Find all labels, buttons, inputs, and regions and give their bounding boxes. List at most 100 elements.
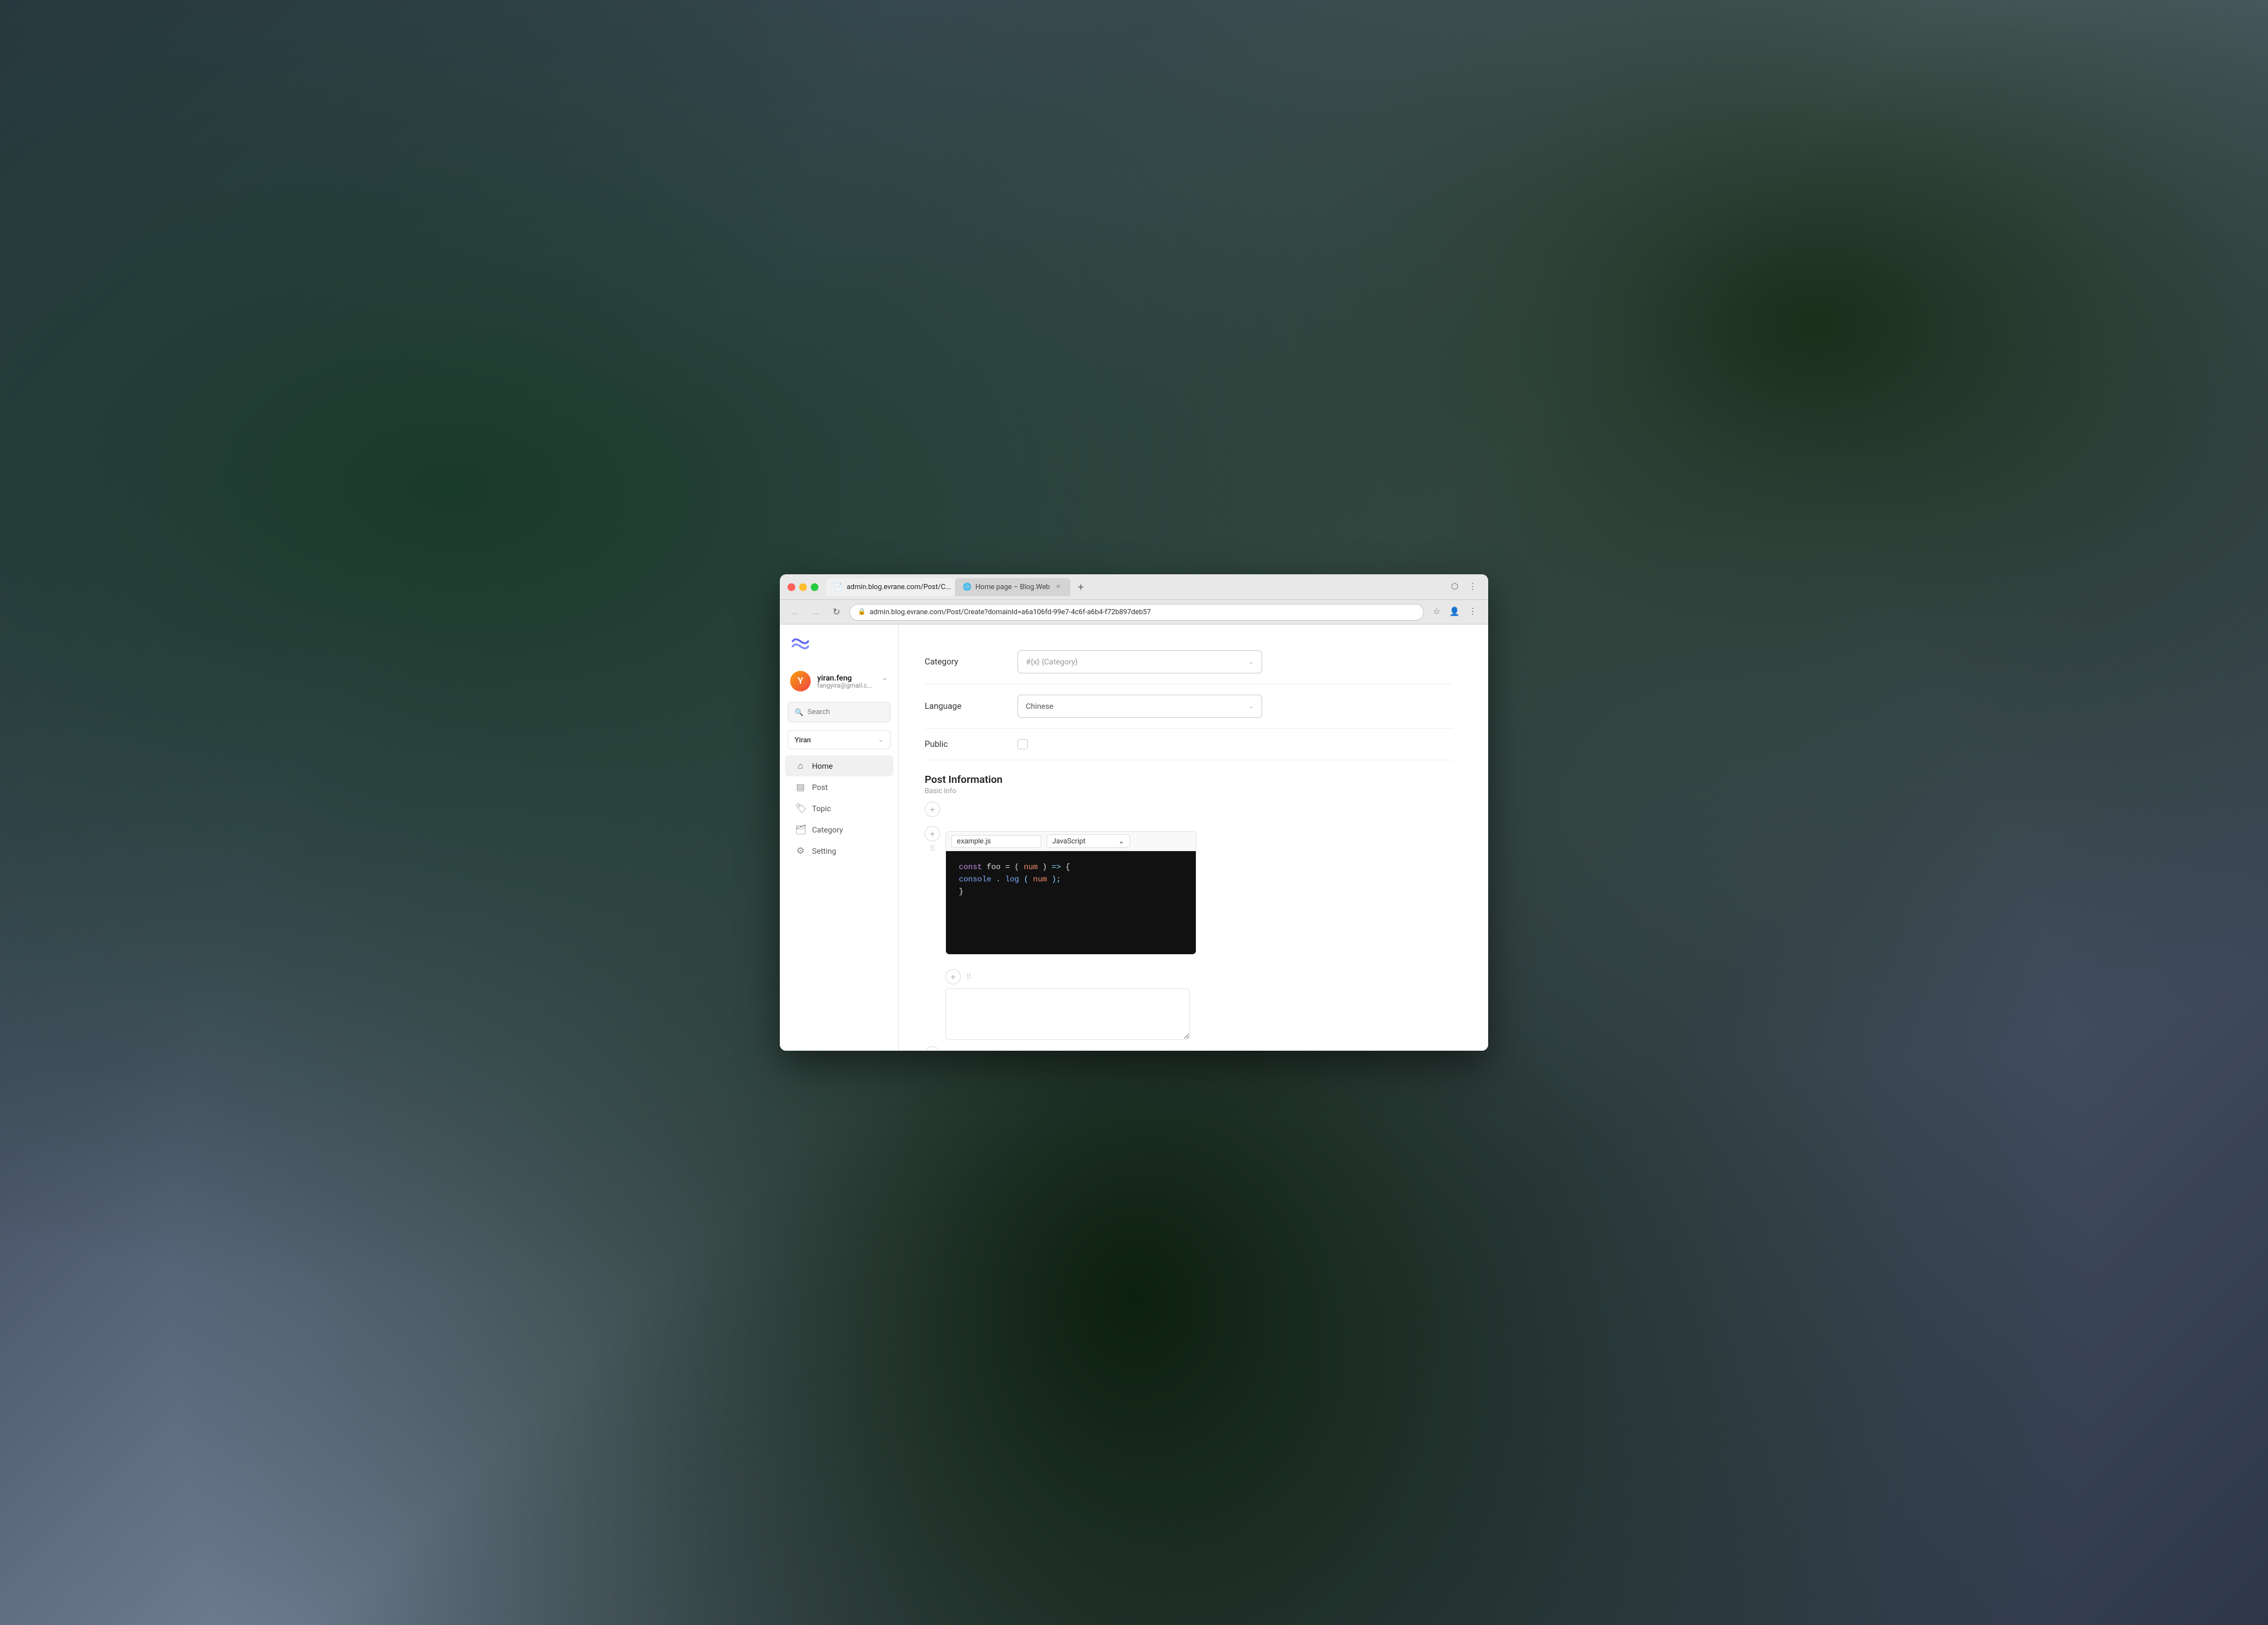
code-line-2: console . log ( num ); xyxy=(959,874,1183,886)
address-bar: ← → ↻ 🔒 admin.blog.evrane.com/Post/Creat… xyxy=(780,600,1488,625)
section-subtitle: Basic Info xyxy=(925,787,1453,795)
tab-close-icon-2[interactable]: ✕ xyxy=(1054,583,1063,592)
add-block-row-top: + xyxy=(925,798,1453,821)
form-container: Category #{x} {Category} ⌄ Language Chin… xyxy=(899,625,1479,1051)
text-input[interactable] xyxy=(945,988,1190,1040)
language-selector[interactable]: JavaScript ⌄ xyxy=(1046,834,1130,848)
tab-homepage[interactable]: 🌐 Home page – Blog.Web ✕ xyxy=(955,578,1070,596)
post-icon: ▤ xyxy=(795,782,806,793)
section-heading: Post Information Basic Info xyxy=(925,760,1453,798)
profile-icon[interactable]: 👤 xyxy=(1447,605,1462,620)
code-block-header: JavaScript ⌄ xyxy=(946,832,1196,851)
drag-handle-2[interactable]: ⠿ xyxy=(966,972,972,981)
tabs-bar: 📄 admin.blog.evrane.com/Post/C... ✕ 🌐 Ho… xyxy=(826,578,1447,596)
public-row: Public xyxy=(925,729,1453,760)
browser-window: 📄 admin.blog.evrane.com/Post/C... ✕ 🌐 Ho… xyxy=(780,574,1488,1051)
add-block-row-bottom: + xyxy=(925,1042,1453,1051)
code-editor[interactable]: const foo = ( num ) => { console . xyxy=(946,851,1196,954)
language-select[interactable]: Chinese ⌄ xyxy=(1017,695,1262,718)
code-block-row: + ⠿ JavaScript ⌄ co xyxy=(925,821,1453,965)
category-icon: 🗂 xyxy=(795,825,806,835)
tab-admin-post[interactable]: 📄 admin.blog.evrane.com/Post/C... ✕ xyxy=(826,578,955,596)
code-line-1: const foo = ( num ) => { xyxy=(959,861,1183,874)
bookmark-icon[interactable]: ☆ xyxy=(1429,605,1444,620)
tab-favicon-2: 🌐 xyxy=(963,583,972,591)
user-name: yiran.feng xyxy=(817,673,875,682)
category-control: #{x} {Category} ⌄ xyxy=(1017,650,1453,673)
language-row: Language Chinese ⌄ xyxy=(925,684,1453,729)
add-block-button-middle[interactable]: + xyxy=(945,969,961,984)
back-button[interactable]: ← xyxy=(788,605,803,620)
sidebar-label-setting: Setting xyxy=(812,847,836,856)
workspace-selector[interactable]: Yiran ⌄ xyxy=(788,730,891,749)
user-info: yiran.feng fangyira@gmail.c... xyxy=(817,673,875,690)
code-filename-input[interactable] xyxy=(951,835,1041,848)
refresh-button[interactable]: ↻ xyxy=(829,605,844,620)
code-block-container: JavaScript ⌄ const foo = ( num ) => xyxy=(945,831,1196,955)
topic-icon: 🏷 xyxy=(795,803,806,814)
drag-handle[interactable]: ⠿ xyxy=(930,844,936,853)
add-block-button-top[interactable]: + xyxy=(925,802,940,817)
minimize-button[interactable] xyxy=(799,583,807,591)
sidebar-nav: ⌂ Home ▤ Post 🏷 Topic 🗂 Category ⚙ S xyxy=(780,755,898,862)
category-chevron-icon: ⌄ xyxy=(1249,659,1254,666)
search-icon: 🔍 xyxy=(795,708,804,717)
main-content: Category #{x} {Category} ⌄ Language Chin… xyxy=(899,625,1488,1051)
close-button[interactable] xyxy=(788,583,795,591)
address-input-field[interactable]: 🔒 admin.blog.evrane.com/Post/Create?doma… xyxy=(849,604,1424,621)
add-above-button[interactable]: + xyxy=(925,826,940,841)
public-checkbox[interactable] xyxy=(1017,739,1028,749)
language-chevron-icon: ⌄ xyxy=(1249,703,1254,710)
menu-icon[interactable]: ⋮ xyxy=(1465,579,1480,595)
sidebar-item-category[interactable]: 🗂 Category xyxy=(785,820,893,840)
search-box[interactable]: 🔍 xyxy=(788,702,891,722)
language-value: Chinese xyxy=(1026,702,1054,711)
sidebar-item-setting[interactable]: ⚙ Setting xyxy=(785,841,893,861)
code-line-3: } xyxy=(959,886,1183,898)
add-block-row-middle: + ⠿ xyxy=(925,965,1453,988)
public-control xyxy=(1017,739,1453,749)
category-row: Category #{x} {Category} ⌄ xyxy=(925,640,1453,684)
sidebar: Y yiran.feng fangyira@gmail.c... ⌃ 🔍 Yir… xyxy=(780,625,899,1051)
user-chevron-icon: ⌃ xyxy=(882,677,888,686)
address-text: admin.blog.evrane.com/Post/Create?domain… xyxy=(869,608,1151,616)
add-block-button-bottom[interactable]: + xyxy=(925,1046,940,1051)
avatar: Y xyxy=(790,671,811,691)
new-tab-button[interactable]: + xyxy=(1073,579,1088,595)
setting-icon: ⚙ xyxy=(795,846,806,856)
language-control: Chinese ⌄ xyxy=(1017,695,1453,718)
user-email: fangyira@gmail.c... xyxy=(817,682,875,690)
workspace-name: Yiran xyxy=(795,736,811,744)
app-layout: Y yiran.feng fangyira@gmail.c... ⌃ 🔍 Yir… xyxy=(780,625,1488,1051)
traffic-lights xyxy=(788,583,818,591)
lock-icon: 🔒 xyxy=(858,608,865,615)
forward-button[interactable]: → xyxy=(808,605,824,620)
title-bar: 📄 admin.blog.evrane.com/Post/C... ✕ 🌐 Ho… xyxy=(780,574,1488,600)
maximize-button[interactable] xyxy=(811,583,818,591)
public-label: Public xyxy=(925,740,1002,749)
search-input[interactable] xyxy=(808,708,899,716)
category-select[interactable]: #{x} {Category} ⌄ xyxy=(1017,650,1262,673)
home-icon: ⌂ xyxy=(795,760,806,771)
category-placeholder: #{x} {Category} xyxy=(1026,657,1078,666)
tab-label: admin.blog.evrane.com/Post/C... xyxy=(847,583,951,591)
sidebar-item-post[interactable]: ▤ Post xyxy=(785,777,893,798)
user-area[interactable]: Y yiran.feng fangyira@gmail.c... ⌃ xyxy=(780,666,898,697)
logo-area xyxy=(780,635,898,666)
section-title: Post Information xyxy=(925,773,1453,785)
category-label: Category xyxy=(925,657,1002,667)
extension-icon[interactable]: ⬡ xyxy=(1447,579,1462,595)
sidebar-item-home[interactable]: ⌂ Home xyxy=(785,755,893,776)
tab-favicon: 📄 xyxy=(834,583,843,591)
sidebar-item-topic[interactable]: 🏷 Topic xyxy=(785,798,893,819)
language-label: Language xyxy=(925,702,1002,711)
sidebar-label-category: Category xyxy=(812,825,843,834)
workspace-chevron-icon: ⌄ xyxy=(878,737,884,744)
sidebar-label-topic: Topic xyxy=(812,804,831,813)
sidebar-label-post: Post xyxy=(812,783,827,792)
logo-icon xyxy=(790,635,811,655)
text-block-row xyxy=(925,988,1453,1042)
more-icon[interactable]: ⋮ xyxy=(1465,605,1480,620)
block-controls: + ⠿ xyxy=(925,821,940,853)
lang-value: JavaScript xyxy=(1052,837,1086,845)
